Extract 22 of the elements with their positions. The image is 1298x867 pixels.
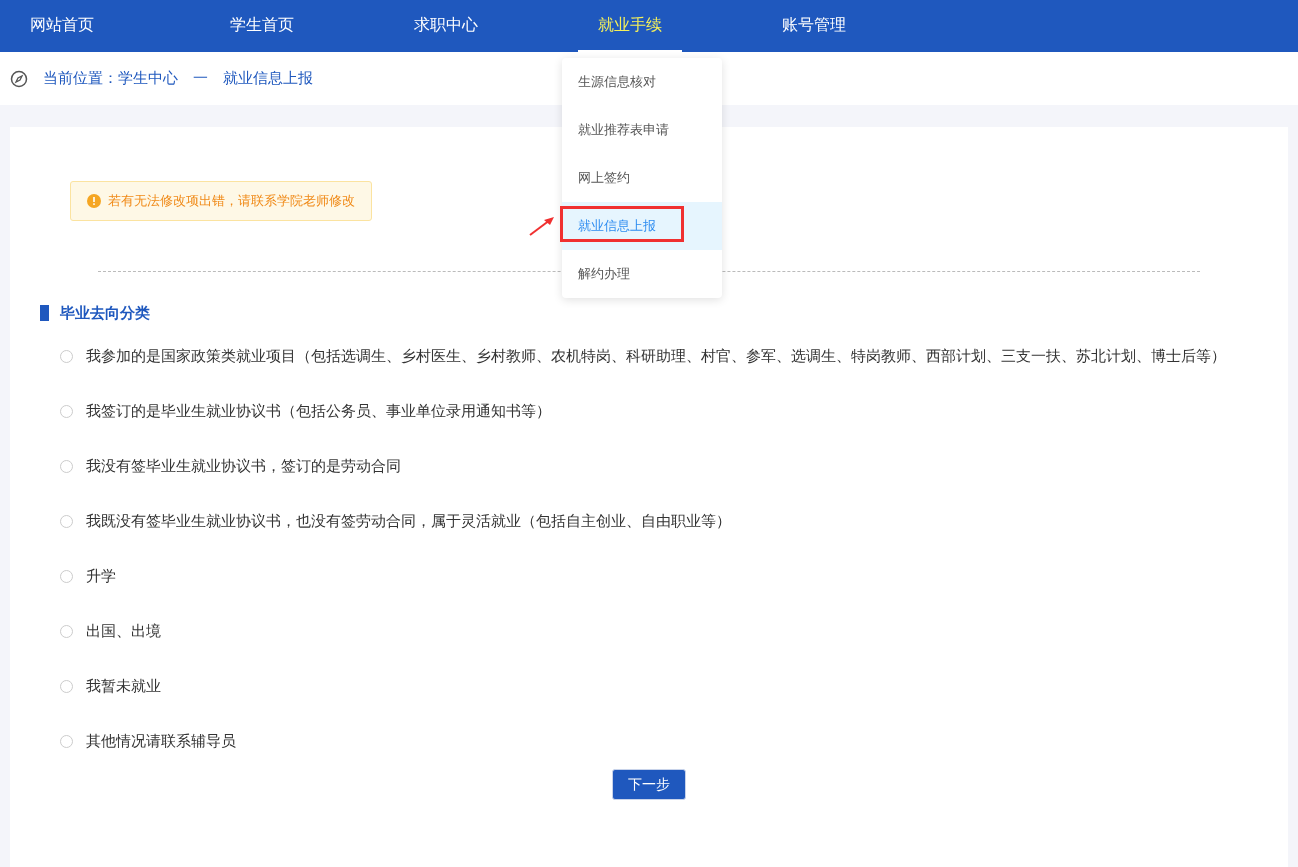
menu-item[interactable]: 生源信息核对	[562, 58, 722, 106]
nav-tab[interactable]: 网站首页	[10, 0, 140, 52]
radio-option[interactable]: 其他情况请联系辅导员	[60, 714, 1258, 769]
menu-item[interactable]: 网上签约	[562, 154, 722, 202]
radio-option[interactable]: 我既没有签毕业生就业协议书，也没有签劳动合同，属于灵活就业（包括自主创业、自由职业等）	[60, 494, 1258, 549]
annotation-arrow-icon	[528, 215, 556, 237]
radio-option[interactable]: 升学	[60, 549, 1258, 604]
radio-option[interactable]: 我没有签毕业生就业协议书，签订的是劳动合同	[60, 439, 1258, 494]
nav-tab[interactable]: 学生首页	[180, 0, 344, 52]
alert-text: 若有无法修改项出错，请联系学院老师修改	[108, 192, 355, 210]
nav-tab[interactable]: 求职中心	[364, 0, 528, 52]
radio-option[interactable]: 我签订的是毕业生就业协议书（包括公务员、事业单位录用通知书等）	[60, 384, 1258, 439]
breadcrumb: 当前位置：学生中心 一 就业信息上报	[43, 69, 313, 88]
menu-item[interactable]: 解约办理	[562, 250, 722, 298]
radio-option[interactable]: 我参加的是国家政策类就业项目（包括选调生、乡村医生、乡村教师、农机特岗、科研助理、村官、参军、选调生、特岗教师、西部计划、三支一扶、苏北计划、博士后等）	[60, 329, 1258, 384]
warning-icon	[87, 194, 101, 208]
radio-option[interactable]: 出国、出境	[60, 604, 1258, 659]
menu-item[interactable]: 就业推荐表申请	[562, 106, 722, 154]
nav-tab[interactable]: 账号管理	[732, 0, 896, 52]
compass-icon	[10, 69, 28, 88]
next-button[interactable]: 下一步	[612, 769, 686, 800]
radio-option[interactable]: 我暂未就业	[60, 659, 1258, 714]
